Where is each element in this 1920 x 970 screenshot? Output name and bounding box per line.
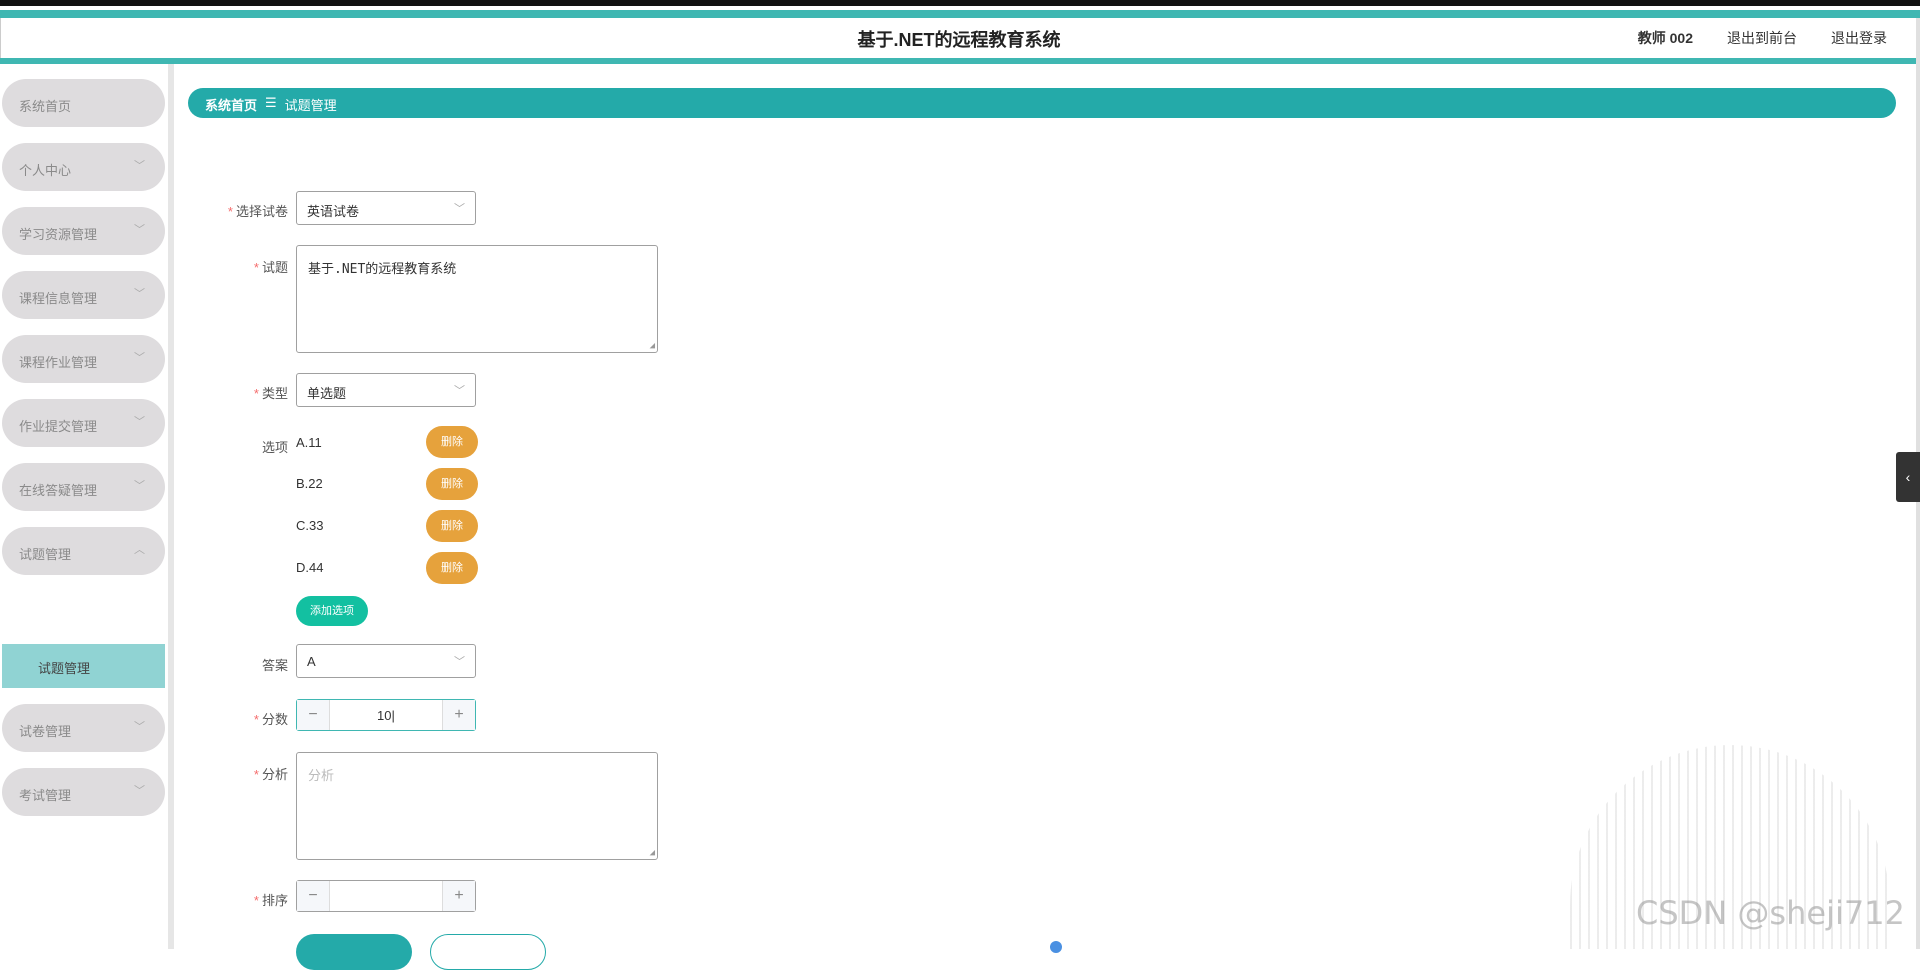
header-divider [0,58,1916,64]
menu-icon: ☰ [265,95,277,110]
required-mark: * [253,767,259,782]
sidebar-item-online-qa[interactable]: 在线答疑管理 ﹀ [2,463,165,511]
question-text: 基于.NET的远程教育系统 [308,262,457,277]
chevron-down-icon: ﹀ [134,480,145,492]
sidebar-item-learning-resources[interactable]: 学习资源管理 ﹀ [2,207,165,255]
exit-to-front-link[interactable]: 退出到前台 [1727,28,1797,48]
chevron-up-icon: ︿ [134,544,145,556]
sidebar-item-label: 在线答疑管理 [19,483,98,498]
header-links: 教师 002 退出到前台 退出登录 [1638,28,1887,48]
sidebar-item-course-info[interactable]: 课程信息管理 ﹀ [2,271,165,319]
paper-label: * 选择试卷 [227,204,288,219]
current-user: 教师 002 [1637,30,1693,46]
chevron-down-icon: ﹀ [454,385,465,397]
chevron-down-icon: ﹀ [134,288,145,300]
submenu-item-label: 试题管理 [38,661,91,676]
sidebar-item-course-homework[interactable]: 课程作业管理 ﹀ [2,335,165,383]
answer-select[interactable]: A ﹀ [296,644,476,678]
score-value[interactable]: 10| [377,708,395,723]
sidebar-item-label: 试卷管理 [19,724,72,739]
breadcrumb-home[interactable]: 系统首页 [205,95,257,114]
sidebar-item-personal-center[interactable]: 个人中心 ﹀ [2,143,165,191]
chevron-down-icon: ﹀ [134,416,145,428]
option-item: C.33 [296,518,324,533]
sidebar-item-home[interactable]: 系统首页 [2,79,165,127]
breadcrumb-current: 试题管理 [284,98,337,113]
paper-select[interactable]: 英语试卷 ﹀ [296,191,476,225]
sidebar-item-label: 系统首页 [19,99,72,114]
delete-option-button[interactable]: 删除 [426,552,478,584]
sidebar-item-question-management[interactable]: 试题管理 ︿ [2,527,165,575]
chevron-left-icon[interactable]: ‹ [1896,452,1920,502]
submit-button[interactable] [296,934,412,970]
answer-select-value: A [307,654,316,669]
analysis-label: * 分析 [253,767,288,782]
score-label: * 分数 [253,712,288,727]
breadcrumb: 系统首页 ☰ 试题管理 [188,88,1896,118]
score-stepper[interactable]: − 10| + [296,699,476,731]
scroll-indicator-dot [1050,941,1062,953]
type-select-value: 单选题 [307,386,347,401]
sidebar-item-label: 试题管理 [19,547,72,562]
answer-label: 答案 [261,658,288,673]
system-title: 基于.NET的远程教育系统 [857,30,1061,50]
top-black-bar [0,0,1920,6]
submenu-item-question-management[interactable]: 试题管理 [2,644,165,688]
resize-handle-icon[interactable]: ◢ [650,848,655,858]
question-textarea[interactable]: 基于.NET的远程教育系统 ◢ [296,245,658,353]
required-mark: * [253,893,259,908]
delete-option-button[interactable]: 删除 [426,426,478,458]
cancel-button[interactable] [430,934,546,970]
resize-handle-icon[interactable]: ◢ [650,341,655,351]
watermark: CSDN @sheji712 [1636,894,1905,932]
chevron-down-icon: ﹀ [134,160,145,172]
option-item: A.11 [296,435,322,450]
sidebar-item-exam-management[interactable]: 考试管理 ﹀ [2,768,165,816]
chevron-down-icon: ﹀ [134,785,145,797]
analysis-placeholder: 分析 [308,769,335,784]
chevron-down-icon: ﹀ [454,203,465,215]
required-mark: * [253,386,259,401]
sidebar-item-label: 课程作业管理 [19,355,98,370]
chevron-down-icon: ﹀ [134,352,145,364]
delete-option-button[interactable]: 删除 [426,510,478,542]
top-accent-bar [0,10,1920,18]
required-mark: * [227,204,233,219]
logout-link[interactable]: 退出登录 [1831,28,1887,48]
increment-button[interactable]: + [442,700,475,730]
sidebar-item-paper-management[interactable]: 试卷管理 ﹀ [2,704,165,752]
sidebar-item-label: 课程信息管理 [19,291,98,306]
sidebar: 系统首页 个人中心 ﹀ 学习资源管理 ﹀ 课程信息管理 ﹀ 课程作业管理 ﹀ 作… [0,64,174,949]
add-option-button[interactable]: 添加选项 [296,596,368,626]
delete-option-button[interactable]: 删除 [426,468,478,500]
chevron-down-icon: ﹀ [134,721,145,733]
sidebar-item-label: 考试管理 [19,788,72,803]
question-label: * 试题 [253,260,288,275]
decrement-button[interactable]: − [297,700,330,730]
options-label: 选项 [261,440,288,455]
option-item: B.22 [296,476,323,491]
header: 基于.NET的远程教育系统 教师 002 退出到前台 退出登录 [0,18,1917,58]
sidebar-item-label: 个人中心 [19,163,72,178]
sidebar-item-label: 学习资源管理 [19,227,98,242]
option-item: D.44 [296,560,324,575]
decrement-button[interactable]: − [297,881,330,911]
increment-button[interactable]: + [442,881,475,911]
sidebar-item-label: 作业提交管理 [19,419,98,434]
required-mark: * [253,712,259,727]
type-label: * 类型 [253,386,288,401]
analysis-textarea[interactable]: 分析 ◢ [296,752,658,860]
sort-label: * 排序 [253,893,288,908]
paper-select-value: 英语试卷 [307,204,360,219]
sort-stepper[interactable]: − + [296,880,476,912]
chevron-down-icon: ﹀ [454,656,465,668]
required-mark: * [253,260,259,275]
type-select[interactable]: 单选题 ﹀ [296,373,476,407]
sidebar-item-homework-submission[interactable]: 作业提交管理 ﹀ [2,399,165,447]
chevron-down-icon: ﹀ [134,224,145,236]
